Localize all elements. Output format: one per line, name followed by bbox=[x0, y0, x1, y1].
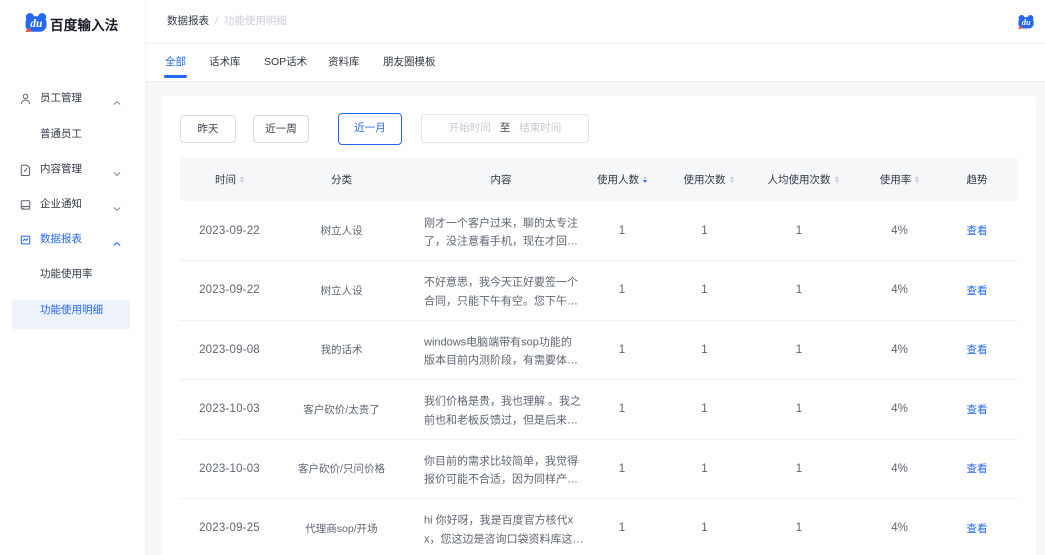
svg-text:du: du bbox=[30, 18, 43, 30]
svg-text:du: du bbox=[1022, 18, 1031, 27]
